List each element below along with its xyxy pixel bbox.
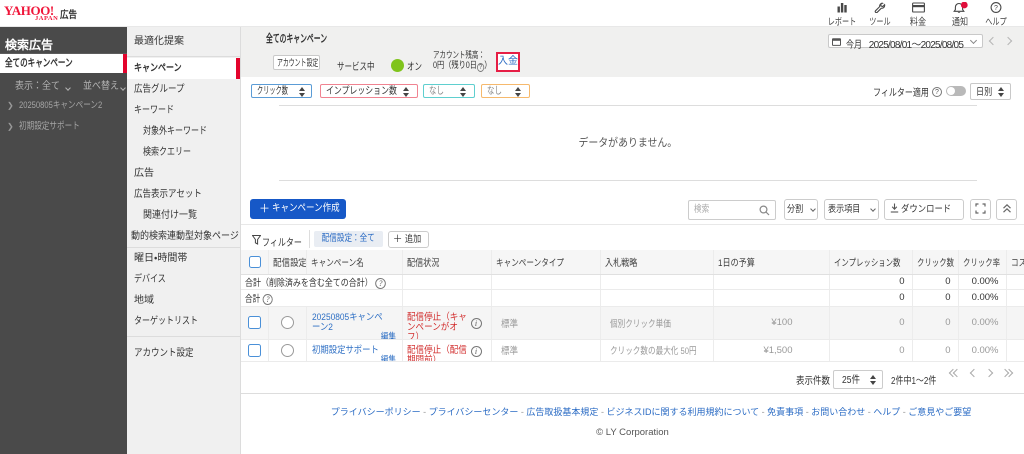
svg-text:?: ?: [994, 5, 998, 12]
